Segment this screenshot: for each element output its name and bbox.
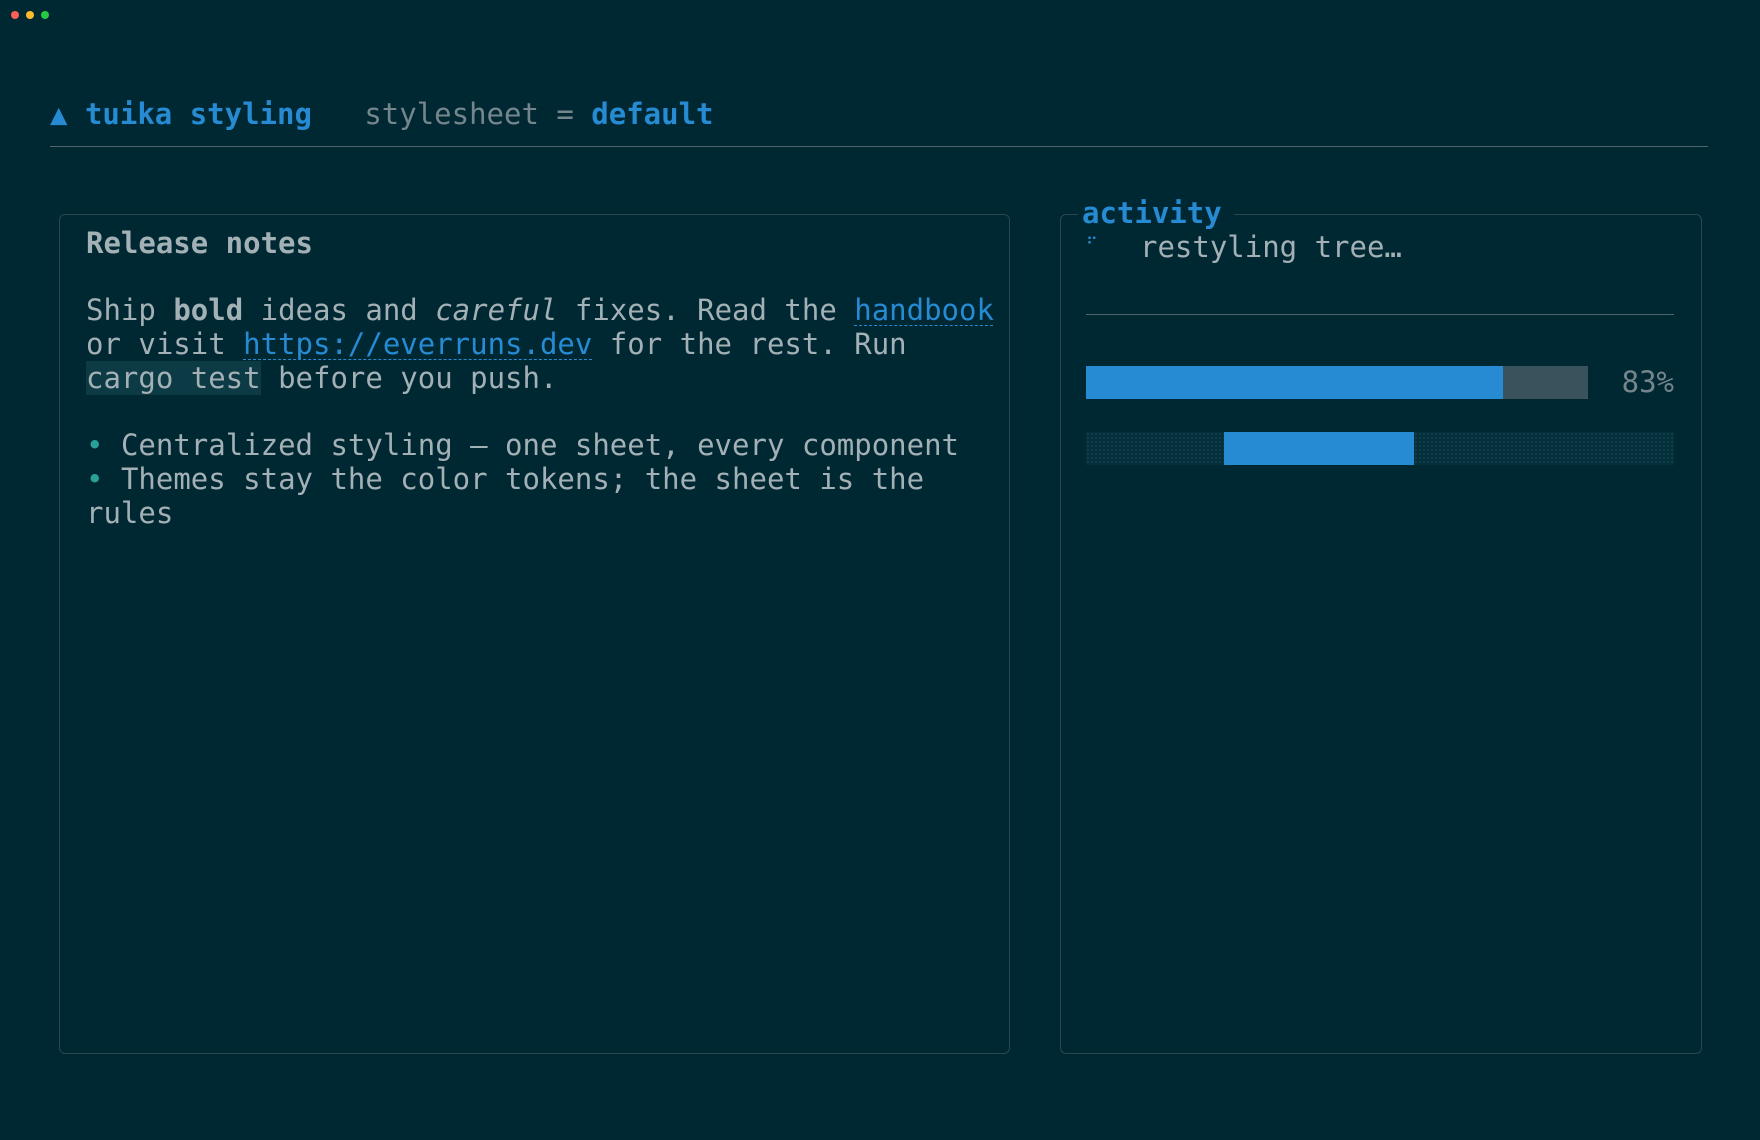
italic-text: careful xyxy=(435,293,558,327)
paragraph-line-3: cargo test before you push. xyxy=(86,361,557,395)
progress-bar xyxy=(1086,366,1588,399)
list-item: • Centralized styling — one sheet, every… xyxy=(86,428,959,462)
inline-code: cargo test xyxy=(86,361,261,395)
text-run: Ship xyxy=(86,293,174,327)
window-zoom-button[interactable] xyxy=(41,11,49,19)
text-run: ideas and xyxy=(243,293,436,327)
text-run: for the rest. Run xyxy=(592,327,907,361)
list-item: • Themes stay the color tokens; the shee… xyxy=(86,462,924,496)
panel-title: Release notes xyxy=(86,226,313,260)
activity-panel xyxy=(1060,214,1702,1054)
spinner-icon: ⠋ xyxy=(1086,234,1098,253)
bullet-icon: • xyxy=(86,462,104,496)
bullet-icon: • xyxy=(86,428,104,462)
progress-percent: 83% xyxy=(1621,365,1674,399)
activity-divider xyxy=(1086,314,1674,315)
indeterminate-progress-bar xyxy=(1086,432,1674,465)
list-item-text: Themes stay the color tokens; the sheet … xyxy=(120,462,925,496)
progress-bar-fill xyxy=(1086,366,1503,399)
text-run: before you push. xyxy=(260,361,558,395)
app-header: ▲ tuika styling stylesheet = default xyxy=(50,96,714,132)
paragraph-line-1: Ship bold ideas and careful fixes. Read … xyxy=(86,293,994,327)
triangle-icon: ▲ xyxy=(50,97,68,131)
stylesheet-label: stylesheet = xyxy=(364,97,574,131)
bold-text: bold xyxy=(173,293,244,327)
indeterminate-progress-segment xyxy=(1224,432,1415,465)
paragraph-line-2: or visit https://everruns.dev for the re… xyxy=(86,327,907,361)
activity-title: activity xyxy=(1078,196,1234,230)
window-close-button[interactable] xyxy=(11,11,19,19)
stylesheet-value: default xyxy=(591,97,714,131)
release-notes-panel: Release notes Ship bold ideas and carefu… xyxy=(59,214,1010,1054)
everruns-link[interactable]: https://everruns.dev xyxy=(243,327,592,361)
header-divider xyxy=(50,146,1708,147)
list-item-text: Centralized styling — one sheet, every c… xyxy=(120,428,959,462)
window-minimize-button[interactable] xyxy=(26,11,34,19)
activity-status: restyling tree… xyxy=(1140,230,1402,264)
text-run: fixes. Read the xyxy=(557,293,855,327)
list-item-continuation: rules xyxy=(86,496,174,530)
handbook-link[interactable]: handbook xyxy=(854,293,994,327)
app-title: tuika styling xyxy=(84,97,312,131)
text-run: or visit xyxy=(86,327,244,361)
